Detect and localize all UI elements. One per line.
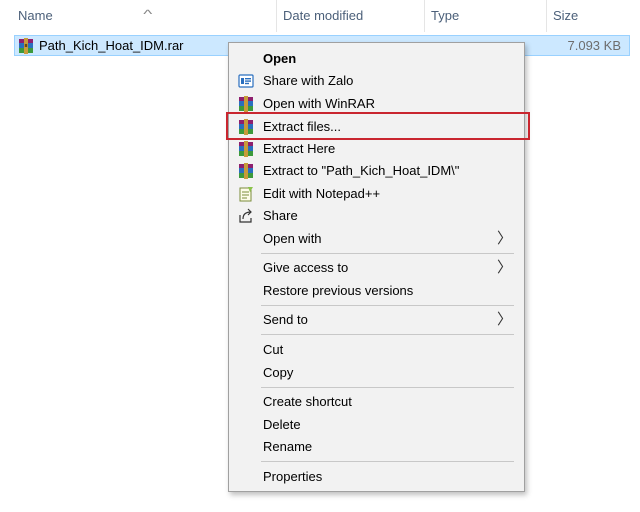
chevron-right-icon: 〉: [496, 259, 512, 276]
notepad-plus-plus-icon: [238, 186, 254, 202]
menu-item-copy[interactable]: Copy: [231, 362, 522, 384]
column-header-name[interactable]: Name ^: [12, 0, 277, 32]
menu-separator: [261, 253, 514, 254]
column-header-type-label: Type: [431, 8, 460, 23]
column-header-row: Name ^ Date modified Type Size: [0, 0, 640, 32]
menu-item-open-with[interactable]: Open with 〉: [231, 228, 522, 250]
menu-item-label: Open with WinRAR: [263, 96, 375, 111]
menu-item-label: Delete: [263, 417, 301, 432]
menu-item-label: Send to: [263, 312, 308, 327]
menu-item-create-shortcut[interactable]: Create shortcut: [231, 391, 522, 413]
share-icon: [238, 208, 254, 224]
file-size: 7.093 KB: [567, 38, 622, 53]
file-name: Path_Kich_Hoat_IDM.rar: [39, 38, 184, 53]
sort-ascending-icon: ^: [143, 7, 153, 21]
menu-item-label: Properties: [263, 469, 323, 484]
menu-item-extract-to-folder[interactable]: Extract to "Path_Kich_Hoat_IDM\": [231, 160, 522, 182]
menu-item-label: Extract to "Path_Kich_Hoat_IDM\": [263, 163, 460, 178]
column-header-date-label: Date modified: [283, 8, 364, 23]
winrar-icon: [238, 96, 254, 112]
column-header-size[interactable]: Size: [547, 0, 640, 32]
menu-item-edit-with-notepad-plus-plus[interactable]: Edit with Notepad++: [231, 183, 522, 205]
menu-item-open-with-winrar[interactable]: Open with WinRAR: [231, 93, 522, 115]
chevron-right-icon: 〉: [496, 311, 512, 328]
menu-separator: [261, 334, 514, 335]
column-header-name-label: Name: [18, 8, 53, 23]
column-header-size-label: Size: [553, 8, 579, 23]
menu-item-open[interactable]: Open: [231, 48, 522, 70]
menu-item-extract-here[interactable]: Extract Here: [231, 138, 522, 160]
menu-item-label: Open with: [263, 231, 322, 246]
menu-item-share-with-zalo[interactable]: Share with Zalo: [231, 70, 522, 92]
menu-item-label: Create shortcut: [263, 394, 352, 409]
menu-item-give-access-to[interactable]: Give access to 〉: [231, 257, 522, 279]
winrar-archive-icon: [18, 38, 34, 54]
menu-item-properties[interactable]: Properties: [231, 466, 522, 488]
menu-item-send-to[interactable]: Send to 〉: [231, 309, 522, 331]
winrar-icon: [238, 119, 254, 135]
menu-item-label: Copy: [263, 365, 294, 380]
column-header-type[interactable]: Type: [425, 0, 547, 32]
menu-item-label: Cut: [263, 342, 284, 357]
menu-item-cut[interactable]: Cut: [231, 339, 522, 361]
winrar-icon: [238, 141, 254, 157]
menu-item-label: Give access to: [263, 260, 349, 275]
context-menu: Open Share with Zalo Open with WinRAR Ex…: [228, 42, 525, 492]
zalo-icon: [238, 73, 254, 89]
file-explorer: Name ^ Date modified Type Size Path_Kich…: [0, 0, 640, 512]
menu-item-label: Restore previous versions: [263, 283, 414, 298]
menu-item-label: Edit with Notepad++: [263, 186, 381, 201]
menu-item-share[interactable]: Share: [231, 205, 522, 227]
menu-item-label: Rename: [263, 439, 313, 454]
chevron-right-icon: 〉: [496, 230, 512, 247]
menu-item-label: Share with Zalo: [263, 73, 354, 88]
menu-separator: [261, 387, 514, 388]
menu-item-label: Extract Here: [263, 141, 336, 156]
menu-item-label: Extract files...: [263, 119, 342, 134]
menu-item-restore-previous-versions[interactable]: Restore previous versions: [231, 280, 522, 302]
menu-item-rename[interactable]: Rename: [231, 436, 522, 458]
menu-item-extract-files[interactable]: Extract files...: [231, 116, 522, 138]
menu-item-label: Share: [263, 208, 298, 223]
menu-item-delete[interactable]: Delete: [231, 414, 522, 436]
winrar-icon: [238, 163, 254, 179]
column-header-date-modified[interactable]: Date modified: [277, 0, 425, 32]
menu-separator: [261, 305, 514, 306]
menu-separator: [261, 461, 514, 462]
menu-item-label: Open: [263, 51, 297, 66]
